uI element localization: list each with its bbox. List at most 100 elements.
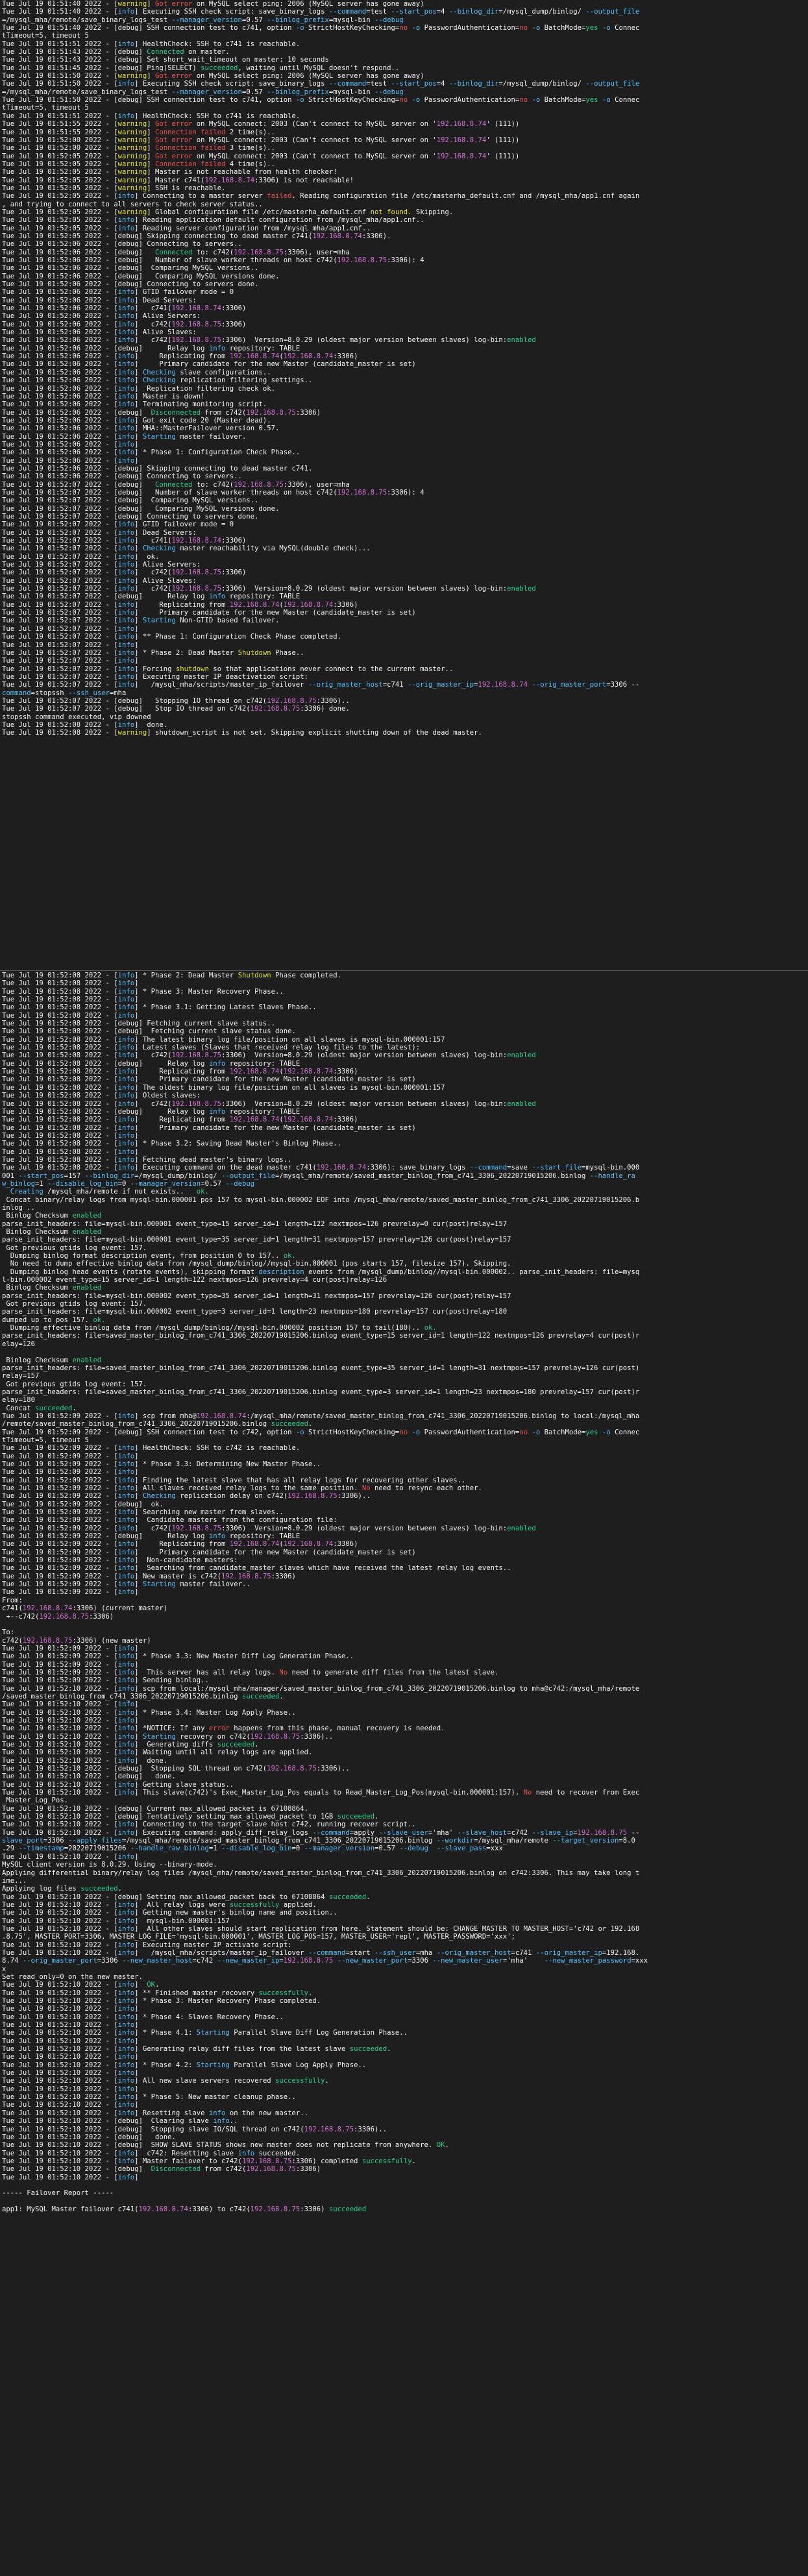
log-line: Tue Jul 19 01:52:09 2022 - [info] Replic… bbox=[0, 1540, 808, 1548]
log-segment: Tue Jul 19 01:52:09 2022 - [ bbox=[2, 1492, 118, 1501]
log-segment: =3306 -- bbox=[606, 681, 640, 689]
log-line: Tue Jul 19 01:51:43 2022 - [debug] Set s… bbox=[0, 56, 808, 64]
log-segment: 192.168.8.75 bbox=[39, 1612, 89, 1621]
log-segment: ] bbox=[147, 0, 156, 8]
log-segment: Tue Jul 19 01:52:09 2022 - [ bbox=[2, 1564, 118, 1573]
log-segment: elay=180 bbox=[2, 1396, 36, 1405]
log-segment: Tue Jul 19 01:52:07 2022 - [ bbox=[2, 585, 118, 593]
log-line: Tue Jul 19 01:52:10 2022 - [info] mysql-… bbox=[0, 1917, 808, 1925]
log-segment: info bbox=[117, 1492, 135, 1501]
log-segment: Starting bbox=[142, 617, 176, 625]
log-segment: --debug bbox=[225, 1179, 255, 1188]
log-line: Tue Jul 19 01:52:06 2022 - [debug] Compa… bbox=[0, 264, 808, 272]
log-segment: Non-GTID based failover. bbox=[175, 617, 280, 625]
log-segment: ] Alive Servers: bbox=[134, 312, 201, 321]
log-segment: Tue Jul 19 01:52:10 2022 - [ bbox=[2, 1924, 118, 1933]
log-segment: :3306) bbox=[295, 2165, 321, 2174]
log-segment: Tue Jul 19 01:52:07 2022 - [debug] Compa… bbox=[2, 497, 259, 505]
log-segment: Tue Jul 19 01:52:07 2022 - [debug] bbox=[2, 480, 155, 489]
log-line: From: bbox=[0, 1597, 808, 1604]
log-segment: BatchMode= bbox=[540, 96, 586, 104]
log-segment: --start_file bbox=[532, 1164, 582, 1172]
log-segment: 192.168.8.75 bbox=[283, 1957, 334, 1965]
log-segment: info bbox=[117, 360, 135, 369]
log-segment: :3306): save_binary_logs bbox=[366, 1164, 470, 1172]
log-segment: Got error bbox=[155, 72, 193, 80]
log-segment: ime... bbox=[2, 1876, 27, 1885]
log-segment: info bbox=[117, 2005, 135, 2013]
log-line: Tue Jul 19 01:52:08 2022 - [info] Execut… bbox=[0, 1164, 808, 1171]
log-segment: Starting bbox=[142, 1580, 176, 1589]
log-segment: ] bbox=[134, 1852, 139, 1861]
log-line: Tue Jul 19 01:52:07 2022 - [info] bbox=[0, 625, 808, 633]
log-segment: ] * Phase 3: Master Recovery Phase.. bbox=[134, 987, 284, 996]
log-segment: ] bbox=[147, 144, 156, 153]
log-segment: Tue Jul 19 01:52:06 2022 - [ bbox=[2, 400, 118, 409]
log-segment: description bbox=[258, 1268, 304, 1276]
log-segment: ] Generating diffs bbox=[134, 1741, 217, 1748]
log-segment: no bbox=[519, 96, 528, 104]
log-segment: Tue Jul 19 01:52:10 2022 - [ bbox=[2, 1997, 118, 2005]
log-segment: info bbox=[117, 624, 135, 633]
log-line: Tue Jul 19 01:52:06 2022 - [info] Got ex… bbox=[0, 417, 808, 424]
log-segment: /remote/saved_master_binlog_from_c741_33… bbox=[2, 1420, 271, 1429]
log-segment: info bbox=[117, 528, 135, 537]
log-segment: info bbox=[117, 1035, 135, 1044]
log-segment: ] Replicating from bbox=[134, 1116, 230, 1124]
log-segment: Tue Jul 19 01:52:07 2022 - [ bbox=[2, 552, 118, 561]
log-segment: ] *NOTICE: If any bbox=[134, 1724, 209, 1733]
log-segment: 2 time(s).. bbox=[225, 128, 275, 136]
log-line: Tue Jul 19 01:52:08 2022 - [debug] Fetch… bbox=[0, 1027, 808, 1035]
log-segment: 192.168.8.74 bbox=[316, 1164, 367, 1172]
log-segment: info bbox=[117, 609, 135, 617]
log-segment: enabled bbox=[507, 336, 536, 345]
log-line: Tue Jul 19 01:52:09 2022 - [info] Candid… bbox=[0, 1516, 808, 1524]
log-segment: ] * Phase 3.3: New Master Diff Log Gener… bbox=[134, 1652, 354, 1661]
log-segment: info bbox=[117, 288, 135, 297]
log-segment: info bbox=[117, 312, 135, 321]
log-segment: Tue Jul 19 01:52:08 2022 - [ bbox=[2, 1123, 118, 1132]
log-line: Tue Jul 19 01:52:05 2022 - [info] Readin… bbox=[0, 225, 808, 232]
terminal-window[interactable]: Tue Jul 19 01:51:40 2022 - [warning] Got… bbox=[0, 0, 808, 2576]
log-segment: info bbox=[117, 1828, 135, 1837]
log-segment: ] bbox=[134, 1131, 139, 1140]
log-segment: :3306) bbox=[221, 320, 247, 328]
log-segment: Tue Jul 19 01:52:10 2022 - [debug] Clear… bbox=[2, 2117, 214, 2126]
log-segment: info bbox=[117, 1924, 135, 1933]
log-segment: Connec bbox=[610, 24, 640, 32]
log-segment: -o bbox=[602, 24, 611, 32]
log-segment: --slave_ip bbox=[532, 1828, 574, 1837]
log-segment: enabled bbox=[507, 585, 536, 593]
log-segment: info bbox=[117, 537, 135, 545]
log-segment: Tue Jul 19 01:52:06 2022 - [debug] Compa… bbox=[2, 264, 259, 273]
log-segment: :3306).. bbox=[300, 1732, 334, 1741]
log-segment: Tue Jul 19 01:52:08 2022 - [debug] Fetch… bbox=[2, 1027, 296, 1036]
log-segment: Tue Jul 19 01:52:10 2022 - [ bbox=[2, 2093, 118, 2102]
log-line: Tue Jul 19 01:52:08 2022 - [info] Replic… bbox=[0, 1116, 808, 1123]
log-segment: info bbox=[117, 1412, 135, 1420]
log-segment: 192.168.8.74 bbox=[283, 600, 334, 609]
log-segment: info bbox=[117, 216, 135, 225]
log-segment: Tue Jul 19 01:52:10 2022 - [ bbox=[2, 1852, 118, 1861]
log-segment: :3306) Version=8.0.29 (oldest major vers… bbox=[221, 1099, 508, 1108]
log-segment: :3306) bbox=[221, 537, 247, 545]
log-segment: info bbox=[117, 40, 135, 48]
log-line: Tue Jul 19 01:51:51 2022 - [info] Health… bbox=[0, 40, 808, 48]
log-segment: info bbox=[117, 1075, 135, 1084]
log-segment: Checking bbox=[142, 545, 176, 553]
log-segment: =3306 bbox=[97, 1957, 122, 1965]
log-line: Tue Jul 19 01:52:08 2022 - [info] Primar… bbox=[0, 1075, 808, 1083]
log-segment: info bbox=[117, 336, 135, 345]
log-segment: Tue Jul 19 01:52:08 2022 - [debug] Relay… bbox=[2, 1107, 209, 1116]
log-segment: info bbox=[117, 1524, 135, 1532]
log-line: /saved_master_binlog_from_c741_3306_2022… bbox=[0, 1693, 808, 1700]
log-segment: ok. bbox=[283, 1252, 296, 1260]
log-segment: Tue Jul 19 01:51:55 2022 - [ bbox=[2, 128, 118, 136]
log-segment: yes bbox=[585, 24, 598, 32]
log-segment: :3306) Version=8.0.29 (oldest major vers… bbox=[221, 336, 508, 345]
log-line: Tue Jul 19 01:52:09 2022 - [info] Checki… bbox=[0, 1492, 808, 1500]
log-segment: Tue Jul 19 01:52:10 2022 - [debug] Tenta… bbox=[2, 1813, 337, 1821]
log-segment: on MySQL connect: 2003 (Can't connect to… bbox=[192, 152, 437, 160]
log-segment: --orig_master_port bbox=[22, 1957, 97, 1965]
log-segment: Tue Jul 19 01:52:06 2022 - [ bbox=[2, 432, 118, 441]
